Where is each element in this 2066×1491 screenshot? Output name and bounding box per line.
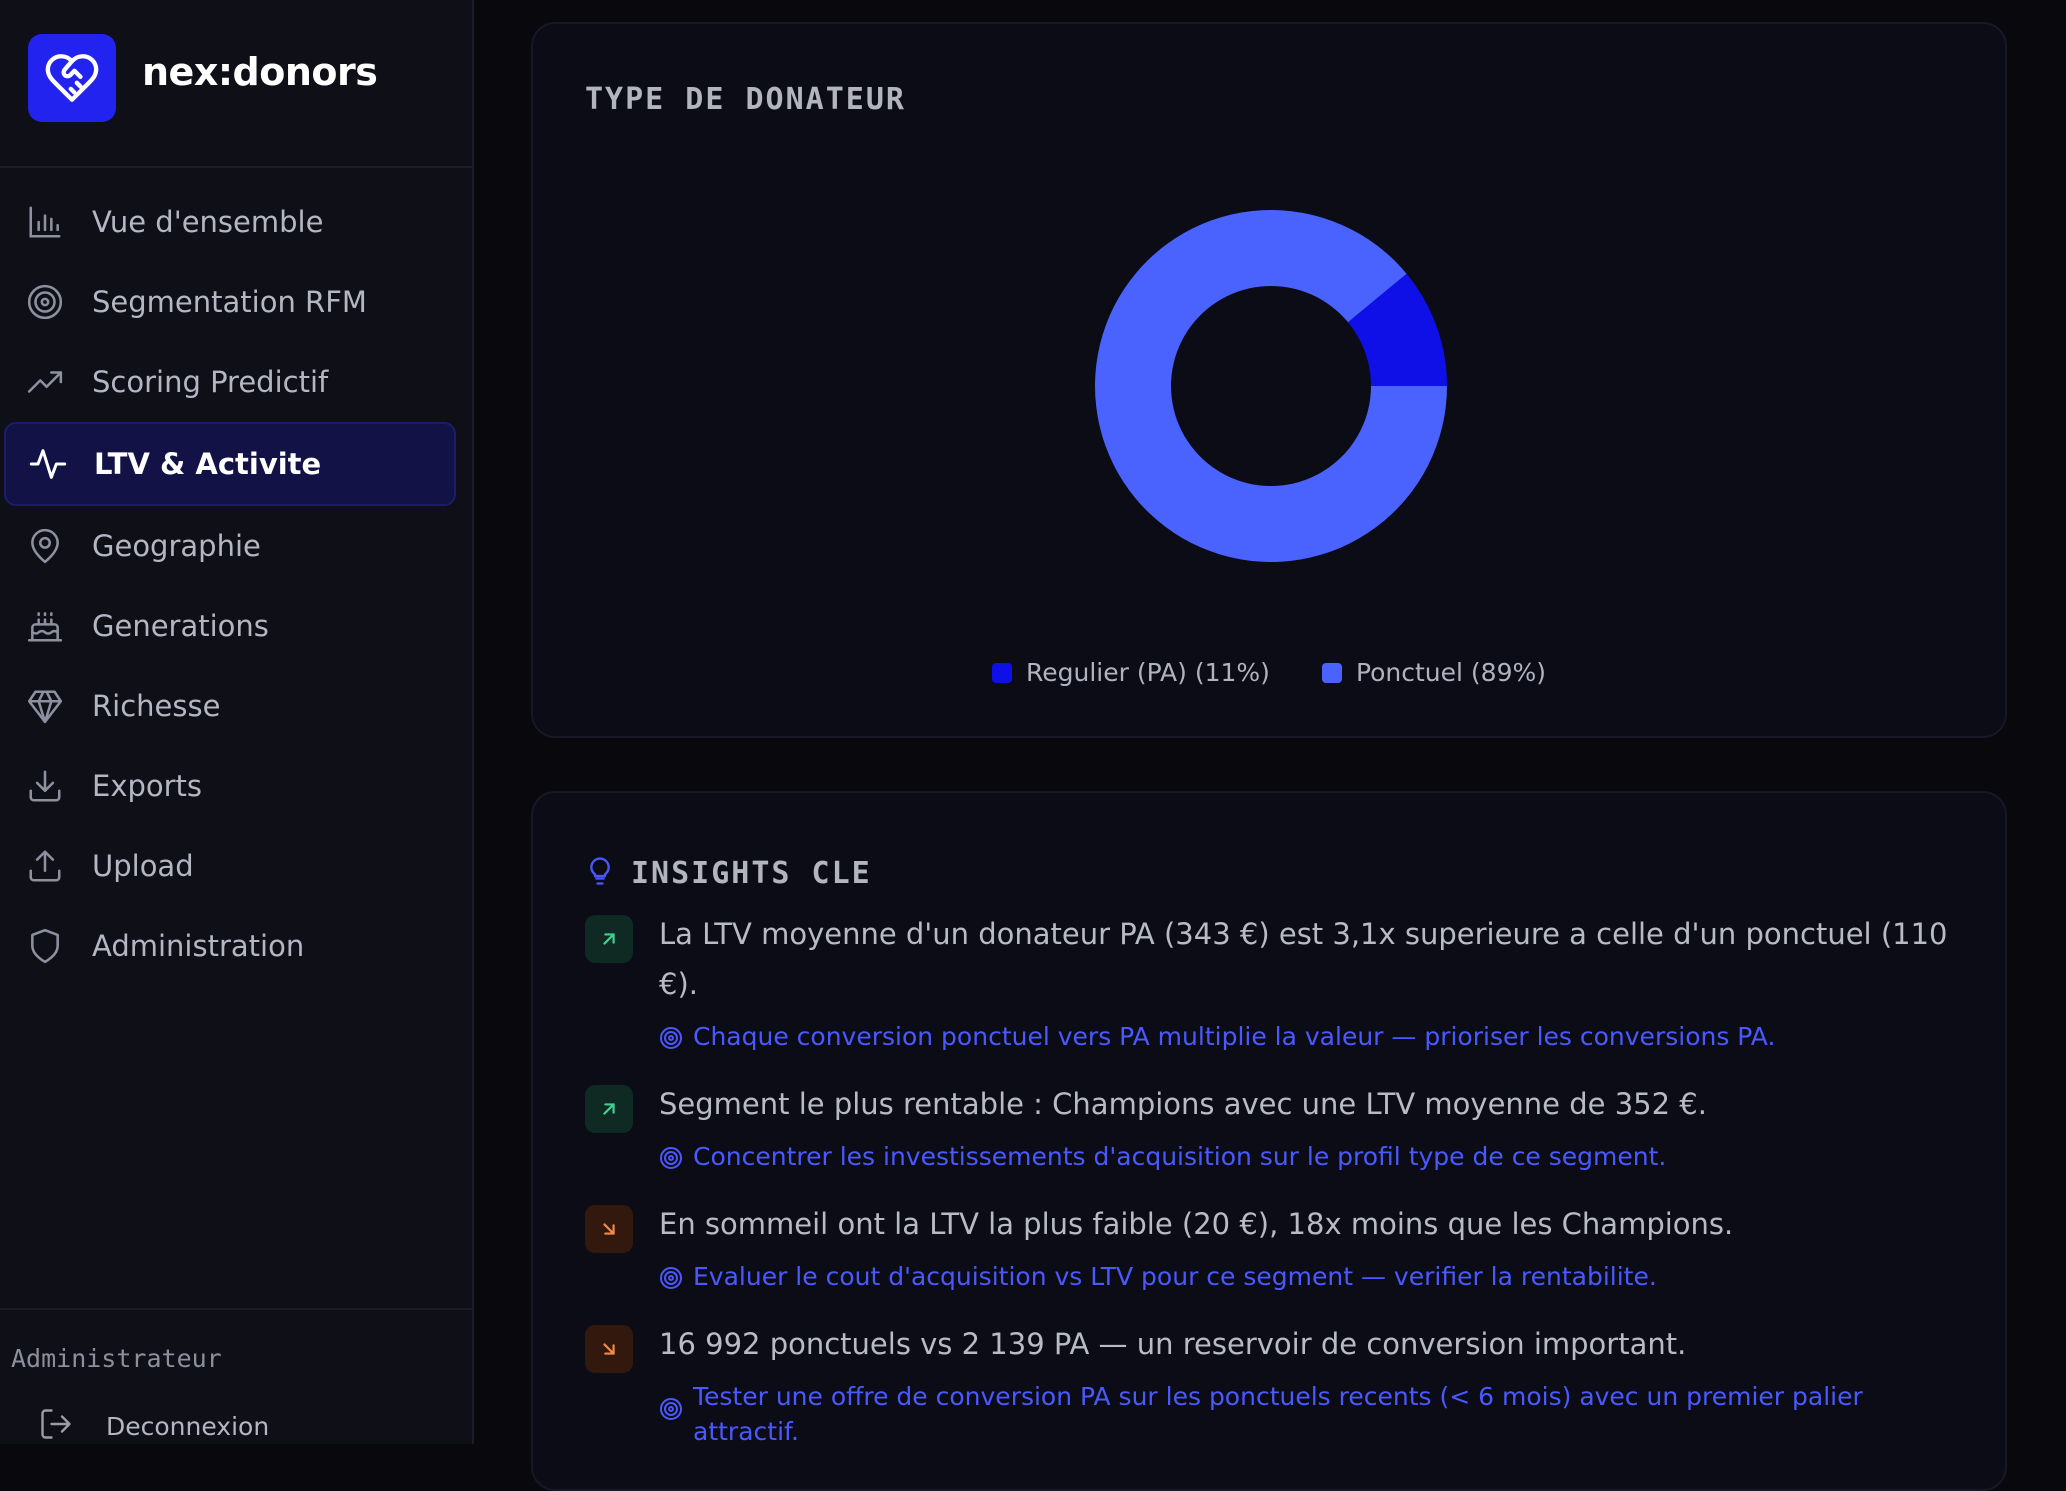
insight-text: Segment le plus rentable : Champions ave… <box>659 1087 1707 1121</box>
sidebar: nex:donors Vue d'ensemble Segmentation R… <box>0 0 474 1444</box>
target-icon <box>26 283 74 321</box>
sidebar-item-richesse[interactable]: Richesse <box>4 666 456 746</box>
bar-chart-icon <box>26 203 74 241</box>
sidebar-nav: Vue d'ensemble Segmentation RFM Scoring … <box>0 182 472 986</box>
sidebar-item-label: Scoring Predictif <box>92 365 329 399</box>
donor-type-card: TYPE DE DONATEUR Regulier (PA) (11%) Pon… <box>531 22 2007 738</box>
sidebar-item-label: Generations <box>92 609 269 643</box>
activity-icon <box>28 444 76 484</box>
legend-swatch-ponctuel <box>1321 662 1342 683</box>
sidebar-item-ltv-activite[interactable]: LTV & Activite <box>4 422 456 506</box>
insight-action: Evaluer le cout d'acquisition vs LTV pou… <box>659 1259 1919 1294</box>
chart-legend: Regulier (PA) (11%) Ponctuel (89%) <box>533 658 2005 687</box>
legend-item-regulier[interactable]: Regulier (PA) (11%) <box>991 658 1270 687</box>
target-icon <box>659 1146 683 1174</box>
upload-icon <box>26 847 74 885</box>
insight-action-text: Tester une offre de conversion PA sur le… <box>693 1382 1863 1446</box>
legend-label: Ponctuel (89%) <box>1355 658 1547 687</box>
legend-label: Regulier (PA) (11%) <box>1025 658 1270 687</box>
insights-title: INSIGHTS CLE <box>631 855 872 891</box>
sidebar-item-segmentation-rfm[interactable]: Segmentation RFM <box>4 262 456 342</box>
target-icon <box>659 1266 683 1294</box>
download-icon <box>26 767 74 805</box>
trend-up-icon <box>585 1085 633 1133</box>
app-name: nex:donors <box>142 50 378 94</box>
sidebar-item-label: Segmentation RFM <box>92 285 367 319</box>
insight-action-text: Chaque conversion ponctuel vers PA multi… <box>693 1022 1776 1051</box>
trending-up-icon <box>26 363 74 401</box>
sidebar-item-label: Vue d'ensemble <box>92 205 324 239</box>
logout-icon <box>38 1406 74 1446</box>
insight-action: Chaque conversion ponctuel vers PA multi… <box>659 1019 1919 1054</box>
insight-action: Tester une offre de conversion PA sur le… <box>659 1379 1919 1449</box>
sidebar-item-vue-ensemble[interactable]: Vue d'ensemble <box>4 182 456 262</box>
insight-text: La LTV moyenne d'un donateur PA (343 €) … <box>659 917 1948 1001</box>
insights-header: INSIGHTS CLE <box>585 853 872 893</box>
insight-action: Concentrer les investissements d'acquisi… <box>659 1139 1919 1174</box>
sidebar-item-label: Administration <box>92 929 305 963</box>
legend-item-ponctuel[interactable]: Ponctuel (89%) <box>1321 658 1547 687</box>
sidebar-item-label: Richesse <box>92 689 221 723</box>
sidebar-item-generations[interactable]: Generations <box>4 586 456 666</box>
user-role: Administrateur <box>11 1344 222 1373</box>
sidebar-item-label: Upload <box>92 849 194 883</box>
heart-logo-icon[interactable] <box>28 34 116 122</box>
trend-down-icon <box>585 1205 633 1253</box>
cake-icon <box>26 607 74 645</box>
legend-swatch-regulier <box>991 662 1012 683</box>
insight-action-text: Evaluer le cout d'acquisition vs LTV pou… <box>693 1262 1657 1291</box>
insight-action-text: Concentrer les investissements d'acquisi… <box>693 1142 1667 1171</box>
sidebar-item-label: Exports <box>92 769 203 803</box>
sidebar-footer: Administrateur Deconnexion <box>0 1308 472 1441</box>
trend-down-icon <box>585 1325 633 1373</box>
logout-button[interactable]: Deconnexion <box>38 1406 269 1446</box>
insights-card: INSIGHTS CLE La LTV moyenne d'un donateu… <box>531 791 2007 1491</box>
map-pin-icon <box>26 527 74 565</box>
logout-label: Deconnexion <box>106 1411 270 1441</box>
sidebar-item-exports[interactable]: Exports <box>4 746 456 826</box>
brand: nex:donors <box>0 0 472 168</box>
sidebar-item-label: LTV & Activite <box>94 447 322 481</box>
trend-up-icon <box>585 915 633 963</box>
insight-text: En sommeil ont la LTV la plus faible (20… <box>659 1207 1734 1241</box>
sidebar-item-administration[interactable]: Administration <box>4 906 456 986</box>
sidebar-item-upload[interactable]: Upload <box>4 826 456 906</box>
donor-type-donut-chart <box>1095 209 1447 562</box>
insight-text: 16 992 ponctuels vs 2 139 PA — un reserv… <box>659 1327 1687 1361</box>
sidebar-item-scoring-predictif[interactable]: Scoring Predictif <box>4 342 456 422</box>
lightbulb-icon <box>585 853 615 893</box>
sidebar-item-label: Geographie <box>92 529 261 563</box>
shield-icon <box>26 927 74 965</box>
sidebar-item-geographie[interactable]: Geographie <box>4 506 456 586</box>
gem-icon <box>26 687 74 725</box>
target-icon <box>659 1397 683 1449</box>
target-icon <box>659 1026 683 1054</box>
